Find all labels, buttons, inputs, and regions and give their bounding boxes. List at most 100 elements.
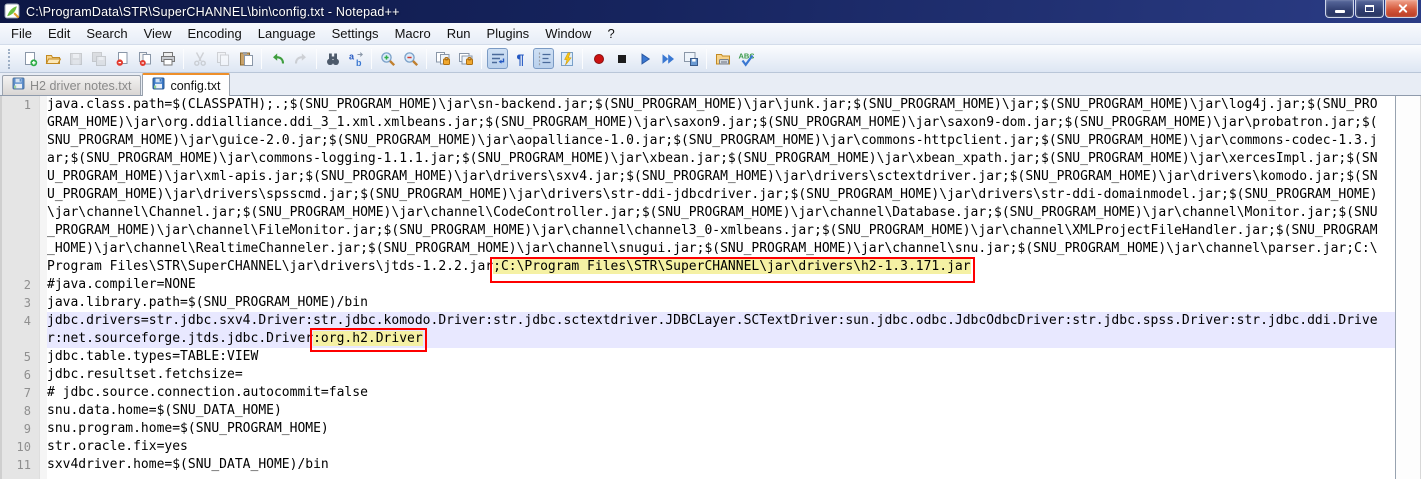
line-number[interactable]: 6 — [0, 366, 35, 384]
editor-line-text[interactable]: ar;$(SNU_PROGRAM_HOME)\jar\commons-loggi… — [47, 150, 1395, 168]
zoom-out-icon[interactable] — [400, 48, 421, 69]
line-number[interactable]: 1 — [0, 96, 35, 114]
print-icon[interactable] — [157, 48, 178, 69]
save-all-icon[interactable] — [88, 48, 109, 69]
menu-edit[interactable]: Edit — [40, 23, 78, 44]
menu-plugins[interactable]: Plugins — [479, 23, 538, 44]
vertical-scrollbar[interactable] — [1396, 96, 1421, 479]
macro-save-icon[interactable] — [680, 48, 701, 69]
menu-help[interactable]: ? — [599, 23, 622, 44]
redo-icon[interactable] — [290, 48, 311, 69]
line-number[interactable]: 7 — [0, 384, 35, 402]
line-number[interactable]: 2 — [0, 276, 35, 294]
doc-map-icon[interactable] — [556, 48, 577, 69]
save-file-icon[interactable] — [65, 48, 86, 69]
editor-line-text[interactable]: _PROGRAM_HOME)\jar\channel\FileMonitor.j… — [47, 222, 1395, 240]
editor-row: SNU_PROGRAM_HOME)\jar\guice-2.0.jar;$(SN… — [0, 132, 1395, 150]
tab-label: config.txt — [170, 79, 220, 93]
line-number[interactable]: 11 — [0, 456, 35, 474]
line-number[interactable] — [0, 150, 35, 168]
editor-line-text[interactable]: r:net.sourceforge.jtds.jdbc.Driver:org.h… — [47, 330, 1395, 348]
editor-line-text[interactable]: jdbc.table.types=TABLE:VIEW — [47, 348, 1395, 366]
tab-h2-driver-notes-txt[interactable]: H2 driver notes.txt — [2, 75, 141, 95]
editor-line-text[interactable]: jdbc.resultset.fetchsize= — [47, 366, 1395, 384]
editor-area[interactable]: 1 java.class.path=$(CLASSPATH);.;$(SNU_PR… — [0, 96, 1395, 479]
open-file-icon[interactable] — [42, 48, 63, 69]
text-segment: \jar\channel\Channel.jar;$(SNU_PROGRAM_H… — [47, 205, 1378, 220]
editor-line-text[interactable]: GRAM_HOME)\jar\org.ddialliance.ddi_3_1.x… — [47, 114, 1395, 132]
editor-line-text[interactable]: snu.program.home=$(SNU_PROGRAM_HOME) — [47, 420, 1395, 438]
saved-file-icon — [152, 77, 165, 95]
menu-encoding[interactable]: Encoding — [180, 23, 250, 44]
editor-line-text[interactable]: U_PROGRAM_HOME)\jar\drivers\spsscmd.jar;… — [47, 186, 1395, 204]
editor-line-text[interactable]: java.class.path=$(CLASSPATH);.;$(SNU_PRO… — [47, 96, 1395, 114]
menu-file[interactable]: File — [3, 23, 40, 44]
fold-margin — [35, 330, 47, 348]
line-number[interactable] — [0, 114, 35, 132]
line-number[interactable] — [0, 168, 35, 186]
new-file-icon[interactable] — [19, 48, 40, 69]
sync-horizontal-icon[interactable] — [455, 48, 476, 69]
cut-icon[interactable] — [189, 48, 210, 69]
editor-line-text[interactable]: # jdbc.source.connection.autocommit=fals… — [47, 384, 1395, 402]
paste-icon[interactable] — [235, 48, 256, 69]
editor-row: 9 snu.program.home=$(SNU_PROGRAM_HOME) — [0, 420, 1395, 438]
restore-button[interactable] — [1355, 0, 1384, 18]
menu-macro[interactable]: Macro — [387, 23, 439, 44]
line-number[interactable] — [0, 330, 35, 348]
line-number[interactable]: 8 — [0, 402, 35, 420]
close-button[interactable] — [1385, 0, 1418, 18]
editor-line-text[interactable]: \jar\channel\Channel.jar;$(SNU_PROGRAM_H… — [47, 204, 1395, 222]
line-number[interactable] — [0, 258, 35, 276]
menu-window[interactable]: Window — [537, 23, 599, 44]
line-number[interactable] — [0, 132, 35, 150]
line-number[interactable] — [0, 186, 35, 204]
line-number[interactable]: 5 — [0, 348, 35, 366]
editor-row: 8 snu.data.home=$(SNU_DATA_HOME) — [0, 402, 1395, 420]
line-number[interactable]: 4 — [0, 312, 35, 330]
menu-settings[interactable]: Settings — [324, 23, 387, 44]
editor-line-text[interactable]: U_PROGRAM_HOME)\jar\xml-apis.jar;$(SNU_P… — [47, 168, 1395, 186]
show-all-characters-icon[interactable]: ¶ — [510, 48, 531, 69]
editor-line-text[interactable]: sxv4driver.home=$(SNU_DATA_HOME)/bin — [47, 456, 1395, 474]
editor-line-text[interactable]: java.library.path=$(SNU_PROGRAM_HOME)/bi… — [47, 294, 1395, 312]
menu-search[interactable]: Search — [78, 23, 135, 44]
editor-line-text[interactable]: jdbc.drivers=str.jdbc.sxv4.Driver:str.jd… — [47, 312, 1395, 330]
indent-guide-icon[interactable] — [533, 48, 554, 69]
line-number[interactable] — [0, 204, 35, 222]
line-number[interactable]: 10 — [0, 438, 35, 456]
undo-icon[interactable] — [267, 48, 288, 69]
editor-line-text[interactable]: SNU_PROGRAM_HOME)\jar\guice-2.0.jar;$(SN… — [47, 132, 1395, 150]
editor-line-text[interactable]: snu.data.home=$(SNU_DATA_HOME) — [47, 402, 1395, 420]
replace-icon[interactable]: ab — [345, 48, 366, 69]
sync-vertical-icon[interactable] — [432, 48, 453, 69]
zoom-in-icon[interactable] — [377, 48, 398, 69]
macro-record-icon[interactable] — [588, 48, 609, 69]
spell-check-icon[interactable]: ABC — [735, 48, 756, 69]
editor-line-text[interactable]: Program Files\STR\SuperCHANNEL\jar\drive… — [47, 258, 1395, 276]
line-number[interactable]: 9 — [0, 420, 35, 438]
menu-language[interactable]: Language — [250, 23, 324, 44]
close-file-icon[interactable] — [111, 48, 132, 69]
editor-line-text[interactable]: _HOME)\jar\channel\RealtimeChanneler.jar… — [47, 240, 1395, 258]
menu-run[interactable]: Run — [439, 23, 479, 44]
menu-view[interactable]: View — [136, 23, 180, 44]
editor-line-text[interactable]: #java.compiler=NONE — [47, 276, 1395, 294]
toolbar: ab ¶ ABC — [0, 45, 1421, 73]
word-wrap-icon[interactable] — [487, 48, 508, 69]
line-number[interactable] — [0, 240, 35, 258]
macro-run-multiple-icon[interactable] — [657, 48, 678, 69]
find-icon[interactable] — [322, 48, 343, 69]
editor-row: 3 java.library.path=$(SNU_PROGRAM_HOME)/b… — [0, 294, 1395, 312]
minimize-button[interactable] — [1325, 0, 1354, 18]
plugin-folder-icon[interactable] — [712, 48, 733, 69]
line-number[interactable] — [0, 222, 35, 240]
macro-stop-icon[interactable] — [611, 48, 632, 69]
fold-margin — [35, 348, 47, 366]
editor-line-text[interactable]: str.oracle.fix=yes — [47, 438, 1395, 456]
close-all-icon[interactable] — [134, 48, 155, 69]
copy-icon[interactable] — [212, 48, 233, 69]
line-number[interactable]: 3 — [0, 294, 35, 312]
tab-config-txt[interactable]: config.txt — [142, 73, 230, 96]
macro-play-icon[interactable] — [634, 48, 655, 69]
